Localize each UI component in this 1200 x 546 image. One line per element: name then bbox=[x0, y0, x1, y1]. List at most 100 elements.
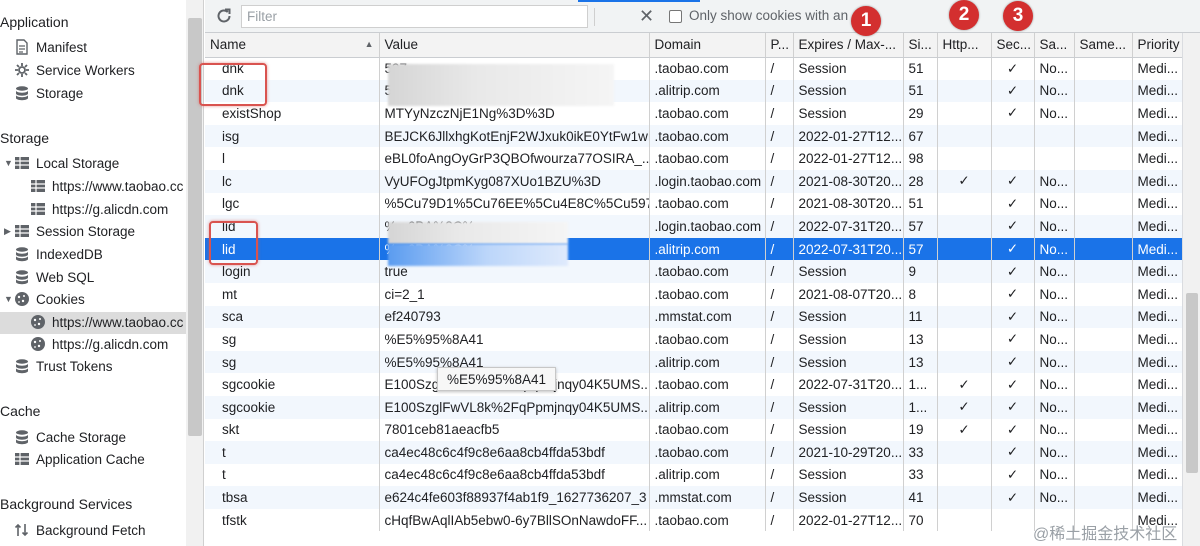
column-header-label: Sec... bbox=[996, 37, 1032, 53]
table-cell: mt bbox=[205, 282, 380, 306]
sidebar-item-service-workers[interactable]: Service Workers bbox=[14, 60, 135, 82]
column-header[interactable]: Sec... bbox=[991, 33, 1035, 58]
table-cell bbox=[1074, 441, 1133, 464]
sidebar-item-label: https://www.taobao.cc bbox=[52, 315, 184, 330]
table-cell: Medi... bbox=[1132, 441, 1182, 464]
column-header-label: P... bbox=[770, 37, 790, 53]
filter-input[interactable] bbox=[241, 5, 588, 28]
sidebar-item-cache-storage[interactable]: Cache Storage bbox=[14, 427, 126, 449]
table-cell: 2021-08-30T20... bbox=[793, 192, 904, 216]
sidebar-item-manifest[interactable]: Manifest bbox=[14, 37, 87, 59]
sidebar-item-trust-tokens[interactable]: Trust Tokens bbox=[14, 356, 113, 378]
table-cell: .alitrip.com bbox=[649, 463, 766, 487]
column-header[interactable]: Domain bbox=[649, 33, 766, 58]
column-header-label: Same... bbox=[1079, 37, 1127, 53]
table-row[interactable]: mt ci=2_1 .taobao.com/2021-08-07T20... 8 ✓ No… bbox=[205, 282, 1182, 306]
sidebar-item-label: https://g.alicdn.com bbox=[52, 337, 169, 352]
cookie-table: Name ▲ Value Domain P... Expires / Max-... Si.… bbox=[205, 33, 1182, 532]
column-header[interactable]: Http... bbox=[937, 33, 992, 58]
table-row[interactable]: sg %E5%95%8A41 .taobao.com / Session 13 ✓ No...… bbox=[205, 328, 1182, 351]
sidebar-item-label: IndexedDB bbox=[36, 247, 103, 262]
table-cell: / bbox=[765, 102, 794, 125]
table-row[interactable]: dnk597....alitrip.com/Session51✓No...Med… bbox=[205, 79, 1182, 103]
sidebar-item-label: Manifest bbox=[36, 40, 88, 55]
table-cell: tfstk bbox=[205, 508, 380, 532]
table-row[interactable]: lgc %5Cu79D1%5Cu76EE%5Cu4E8C%5Cu597... .ta… bbox=[205, 192, 1182, 216]
sidebar-item-local-storage[interactable]: Local Storage bbox=[14, 153, 119, 175]
column-header-label: Priority bbox=[1137, 37, 1180, 53]
table-row[interactable]: dnk597....taobao.com/Session51✓No...Medi… bbox=[205, 57, 1182, 80]
table-cell: 2021-08-30T20... bbox=[793, 169, 904, 193]
only-show-issues-checkbox[interactable] bbox=[669, 10, 682, 23]
column-header[interactable]: Expires / Max-... bbox=[793, 33, 904, 58]
sidebar-item-web-sql[interactable]: Web SQL bbox=[14, 267, 94, 289]
table-row[interactable]: existShop MTYyNzczNjE1Ng%3D%3D .taobao.com… bbox=[205, 102, 1182, 125]
table-cell: %E5%95%8A41 bbox=[379, 328, 650, 351]
sidebar-item-local-alicdn[interactable]: https://g.alicdn.com bbox=[30, 199, 168, 221]
sidebar-item-cookies[interactable]: Cookies bbox=[14, 289, 85, 311]
table-row[interactable]: sca ef240793 .mmstat.com / Session 11 ✓ No... Me… bbox=[205, 305, 1182, 329]
sidebar-item-local-taobao[interactable]: https://www.taobao.cc bbox=[30, 176, 183, 198]
sidebar-item-cookies-alicdn[interactable]: https://g.alicdn.com bbox=[30, 334, 168, 356]
sidebar-item-session-storage[interactable]: Session Storage bbox=[14, 221, 135, 243]
table-row[interactable]: tbsa e624c4fe603f88937f4ab1f9_1627736207_… bbox=[205, 486, 1182, 509]
refresh-icon[interactable] bbox=[215, 7, 233, 25]
table-row[interactable]: lid%...6BA%8C%....login.taobao.com/2022-… bbox=[205, 215, 1182, 238]
table-row[interactable]: t ca4ec48c6c4f9c8e6aa8cb4ffda53bdf .taobao… bbox=[205, 441, 1182, 464]
table-row[interactable]: sg %E5%95%8A41 .alitrip.com / Session 13 ✓ No..… bbox=[205, 350, 1182, 374]
sidebar-item-storage[interactable]: Storage bbox=[14, 83, 83, 105]
expand-triangle-icon[interactable]: ▼ bbox=[4, 158, 13, 168]
table-cell: / bbox=[765, 237, 794, 261]
table-row[interactable]: sgcookieE100SzglFwVL8k%2FqPpmjnqy04K5UMS… bbox=[205, 373, 1182, 396]
table-cell: .mmstat.com bbox=[649, 305, 766, 329]
section-background-services: Background Services bbox=[0, 496, 133, 512]
table-cell: No... bbox=[1034, 192, 1075, 216]
table-row[interactable]: t ca4ec48c6c4f9c8e6aa8cb4ffda53bdf .alitri… bbox=[205, 463, 1182, 487]
only-show-issues-label: Only show cookies with an bbox=[689, 8, 849, 23]
sidebar-item-indexeddb[interactable]: IndexedDB bbox=[14, 244, 103, 266]
column-header[interactable]: Name ▲ bbox=[205, 33, 380, 58]
table-cell: / bbox=[765, 418, 794, 442]
sidebar-item-background-fetch[interactable]: Background Fetch bbox=[14, 520, 146, 542]
cookie-icon bbox=[31, 315, 45, 329]
column-header[interactable]: Sa... bbox=[1034, 33, 1075, 58]
grid-icon bbox=[31, 203, 45, 215]
column-header[interactable]: Si... bbox=[903, 33, 938, 58]
table-row[interactable]: isg BEJCK6JllxhgKotEnjF2WJxuk0ikE0YtFw1wL… bbox=[205, 124, 1182, 148]
table-cell bbox=[1034, 147, 1075, 170]
table-row[interactable]: lid%...6BA%8C%....alitrip.com/2022-07-31… bbox=[205, 237, 1182, 261]
expand-triangle-icon[interactable]: ▼ bbox=[4, 294, 13, 304]
column-header[interactable]: Value bbox=[379, 33, 650, 58]
table-cell: No... bbox=[1034, 441, 1075, 464]
table-scroll-thumb[interactable] bbox=[1186, 293, 1198, 473]
table-cell: .taobao.com bbox=[649, 418, 766, 442]
table-cell: / bbox=[765, 192, 794, 216]
table-scrollbar[interactable] bbox=[1182, 33, 1200, 546]
table-cell bbox=[1074, 328, 1133, 351]
column-header[interactable]: P... bbox=[765, 33, 794, 58]
table-row[interactable]: lc VyUFOgJtpmKyg087XUo1BZU%3D .login.taoba… bbox=[205, 169, 1182, 193]
table-cell: .taobao.com bbox=[649, 260, 766, 283]
table-row[interactable]: l eBL0foAngOyGrP3QBOfwourza77OSIRA_... .ta… bbox=[205, 147, 1182, 170]
table-cell bbox=[937, 486, 992, 509]
table-cell: No... bbox=[1034, 305, 1075, 329]
grid-icon bbox=[15, 225, 29, 237]
table-cell: / bbox=[765, 350, 794, 374]
table-cell bbox=[1074, 192, 1133, 216]
table-cell bbox=[1074, 237, 1133, 261]
sidebar-item-cookies-taobao[interactable]: https://www.taobao.cc bbox=[0, 312, 186, 334]
table-cell bbox=[937, 215, 992, 238]
table-cell: No... bbox=[1034, 350, 1075, 374]
table-row[interactable]: sgcookieE100SzglFwVL8k%2FqPpmjnqy04K5UMS… bbox=[205, 395, 1182, 419]
sidebar-item-application-cache[interactable]: Application Cache bbox=[14, 449, 145, 471]
table-cell: No... bbox=[1034, 260, 1075, 283]
table-row[interactable]: login true .taobao.com / Session 9 ✓ No... Medi.… bbox=[205, 260, 1182, 283]
column-header[interactable]: Same... bbox=[1074, 33, 1133, 58]
clear-all-icon[interactable]: ✕ bbox=[639, 6, 654, 26]
collapse-triangle-icon[interactable]: ▶ bbox=[4, 226, 11, 237]
table-row[interactable]: skt 7801ceb81aeacfb5 .taobao.com / Session 19… bbox=[205, 418, 1182, 442]
table-cell: .alitrip.com bbox=[649, 350, 766, 374]
table-cell: ca4ec48c6c4f9c8e6aa8cb4ffda53bdf bbox=[379, 441, 650, 464]
column-header[interactable]: Priority bbox=[1132, 33, 1182, 58]
table-cell: t bbox=[205, 441, 380, 464]
